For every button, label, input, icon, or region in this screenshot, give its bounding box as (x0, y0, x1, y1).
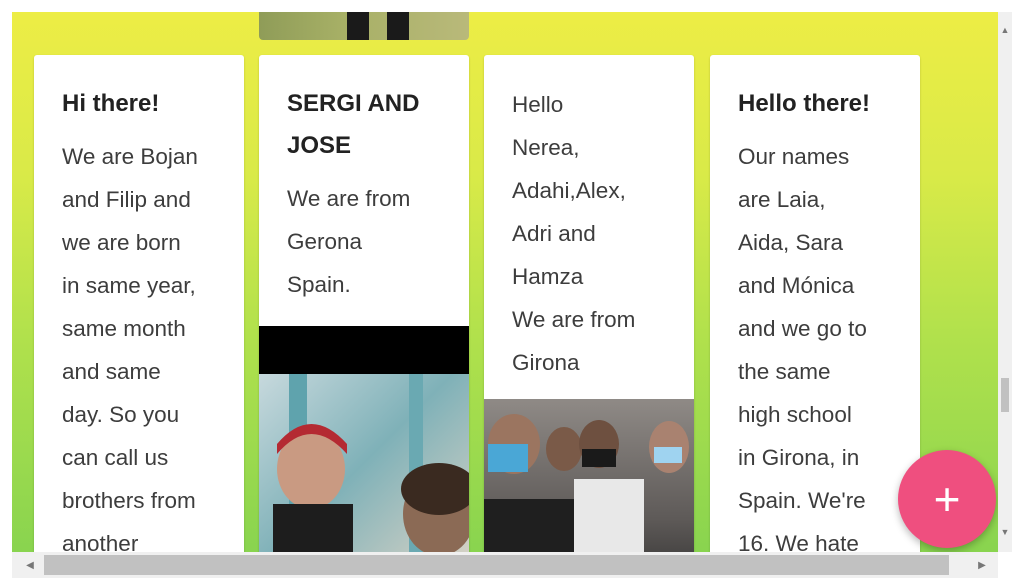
scroll-left-icon[interactable]: ◀ (20, 556, 40, 574)
post-body: We are Bojan and Filip and we are born i… (62, 144, 198, 552)
post-card-bojan-filip[interactable]: Hi there! We are Bojan and Filip and we … (34, 55, 244, 552)
plus-icon: + (933, 473, 961, 525)
post-body: Hello Nerea, Adahi,Alex, Adri and Hamza … (512, 92, 636, 375)
post-card-sergi-jose[interactable]: SERGI AND JOSE We are from Gerona Spain. (259, 55, 469, 552)
scroll-right-icon[interactable]: ▶ (972, 556, 992, 574)
post-title: SERGI AND JOSE (287, 90, 420, 159)
post-photo[interactable] (484, 399, 694, 552)
horizontal-scrollbar[interactable]: ◀ ▶ (12, 552, 998, 578)
horizontal-scroll-thumb[interactable] (44, 555, 949, 575)
post-body: Our names are Laia, Aida, Sara and Mónic… (738, 144, 867, 552)
left-frame (0, 0, 12, 578)
photo-illustration (273, 374, 469, 552)
vertical-scroll-thumb[interactable] (1001, 378, 1009, 412)
post-body: We are from Gerona Spain. (287, 186, 411, 297)
post-title: Hi there! (62, 90, 160, 117)
video-bar (259, 326, 469, 374)
post-photo[interactable] (259, 374, 469, 552)
scroll-up-icon[interactable]: ▲ (998, 22, 1012, 38)
photo-detail (387, 12, 409, 40)
post-title: Hello there! (738, 90, 871, 117)
post-card-nerea-group[interactable]: Hello Nerea, Adahi,Alex, Adri and Hamza … (484, 55, 694, 552)
photo-illustration (484, 414, 689, 552)
vertical-scrollbar[interactable]: ▲ ▼ (998, 12, 1012, 552)
add-post-button[interactable]: + (898, 450, 996, 548)
post-card-laia-group[interactable]: Hello there! Our names are Laia, Aida, S… (710, 55, 920, 552)
padlet-wall: Hi there! We are Bojan and Filip and we … (12, 12, 998, 552)
previous-post-photo[interactable] (259, 12, 469, 40)
photo-detail (347, 12, 369, 40)
scroll-down-icon[interactable]: ▼ (998, 524, 1012, 540)
top-frame (0, 0, 1012, 12)
